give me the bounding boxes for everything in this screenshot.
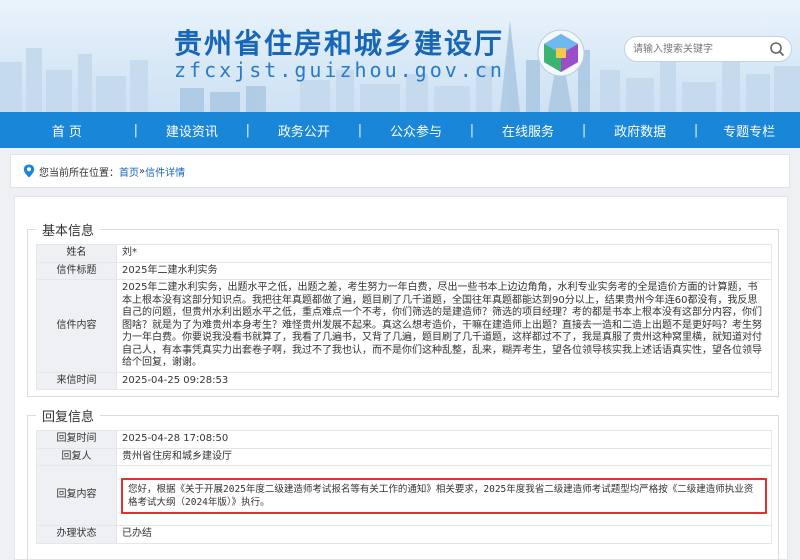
table-row: 办理状态 已办结 [36,525,772,544]
table-row: 回复人 贵州省住房和城乡建设厅 [36,447,772,466]
breadcrumb-current[interactable]: 信件详情 [145,164,185,179]
replier-value: 贵州省住房和城乡建设厅 [116,447,772,466]
reply-content-highlight: 您好，根据《关于开展2025年度二级建造师考试报名等有关工作的通知》相关要求，2… [121,477,767,514]
main-nav: 首 页 | 建设资讯 | 政务公开 | 公众参与 | 在线服务 | 政府数据 |… [0,112,800,148]
date-value: 2025-04-25 09:28:53 [116,371,772,390]
replier-label: 回复人 [36,447,117,466]
site-header: 贵州省住房和城乡建设厅 zfcxjst.guizhou.gov.cn [0,0,800,112]
name-label: 姓名 [36,244,117,263]
nav-item-online-service[interactable]: 在线服务 [474,121,582,140]
nav-item-gov-affairs[interactable]: 政务公开 [250,121,358,140]
nav-item-gov-data[interactable]: 政府数据 [586,121,694,140]
search-input[interactable] [633,40,763,58]
nav-item-special-topics[interactable]: 专题专栏 [698,121,800,140]
breadcrumb: 您当前所在位置： 首页 » 信件详情 [10,154,790,188]
breadcrumb-prefix: 您当前所在位置： [39,167,119,179]
nav-separator: | [357,122,363,138]
subject-value: 2025年二建水利实务 [116,261,772,280]
reply-info-table: 回复时间 2025-04-28 17:08:50 回复人 贵州省住房和城乡建设厅… [36,430,772,544]
reply-content-label: 回复内容 [36,465,117,526]
nav-separator: | [581,122,587,138]
nav-item-news[interactable]: 建设资讯 [138,121,246,140]
reply-info-section: 回复信息 回复时间 2025-04-28 17:08:50 回复人 贵州省住房和… [27,406,779,560]
basic-info-title: 基本信息 [36,220,101,239]
name-value: 刘* [116,244,772,263]
nav-item-home[interactable]: 首 页 [0,121,134,140]
nav-separator: | [693,122,699,138]
nav-item-public-participation[interactable]: 公众参与 [362,121,470,140]
table-row: 来信时间 2025-04-25 09:28:53 [36,371,772,390]
reply-content-cell: 您好，根据《关于开展2025年度二级建造师考试报名等有关工作的通知》相关要求，2… [116,465,772,526]
status-value: 已办结 [116,525,772,544]
letter-detail-panel: 基本信息 姓名 刘* 信件标题 2025年二建水利实务 信件内容 2025年二建… [14,196,788,560]
content-label: 信件内容 [36,279,117,373]
location-pin-icon [23,164,35,178]
table-row: 回复内容 您好，根据《关于开展2025年度二级建造师考试报名等有关工作的通知》相… [36,465,772,526]
reply-info-title: 回复信息 [36,406,101,425]
reply-time-label: 回复时间 [36,430,117,449]
date-label: 来信时间 [36,371,117,390]
nav-separator: | [469,122,475,138]
site-logo-icon [537,29,585,77]
table-row: 姓名 刘* [36,244,772,263]
table-row: 信件标题 2025年二建水利实务 [36,261,772,280]
subject-label: 信件标题 [36,261,117,280]
search-icon[interactable] [769,41,785,57]
table-row: 信件内容 2025年二建水利实务，出题水平之低，出题之差，考生努力一年白费，尽出… [36,279,772,373]
basic-info-table: 姓名 刘* 信件标题 2025年二建水利实务 信件内容 2025年二建水利实务，… [36,244,772,390]
status-label: 办理状态 [36,525,117,544]
search-box [624,36,792,62]
reply-time-value: 2025-04-28 17:08:50 [116,430,772,449]
site-domain: zfcxjst.guizhou.gov.cn [174,58,505,82]
site-title: 贵州省住房和城乡建设厅 [174,27,505,60]
table-row: 回复时间 2025-04-28 17:08:50 [36,430,772,449]
content-value: 2025年二建水利实务，出题水平之低，出题之差，考生努力一年白费，尽出一些书本上… [116,279,772,373]
nav-separator: | [245,122,251,138]
basic-info-section: 基本信息 姓名 刘* 信件标题 2025年二建水利实务 信件内容 2025年二建… [27,220,779,397]
nav-separator: | [133,122,138,138]
breadcrumb-home-link[interactable]: 首页 [119,164,139,179]
